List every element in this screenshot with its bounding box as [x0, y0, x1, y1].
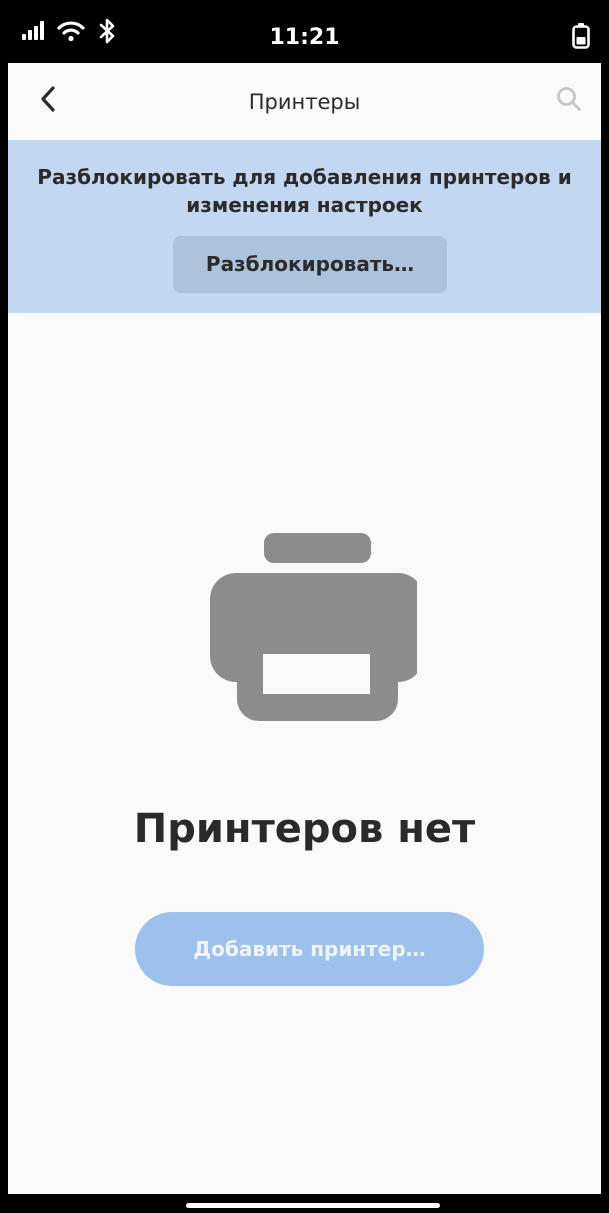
printer-icon	[201, 533, 424, 721]
empty-state-title: Принтеров нет	[133, 806, 476, 852]
search-icon	[556, 86, 582, 116]
unlock-button[interactable]: Разблокировать…	[173, 236, 447, 293]
app-screen: 11:21 Принтеры Разблокировать для добавл…	[8, 0, 601, 1213]
header-bar: Принтеры	[8, 63, 601, 140]
unlock-banner: Разблокировать для добавления принтеров …	[8, 140, 601, 313]
unlock-message: Разблокировать для добавления принтеров …	[37, 165, 572, 217]
search-button[interactable]	[549, 81, 589, 121]
add-printer-button[interactable]: Добавить принтер…	[135, 912, 484, 986]
battery-icon	[572, 23, 590, 53]
home-bar	[8, 1194, 601, 1213]
status-bar: 11:21	[8, 0, 601, 63]
home-indicator[interactable]	[186, 1203, 440, 1208]
status-time: 11:21	[269, 25, 340, 50]
page-title: Принтеры	[248, 90, 361, 114]
